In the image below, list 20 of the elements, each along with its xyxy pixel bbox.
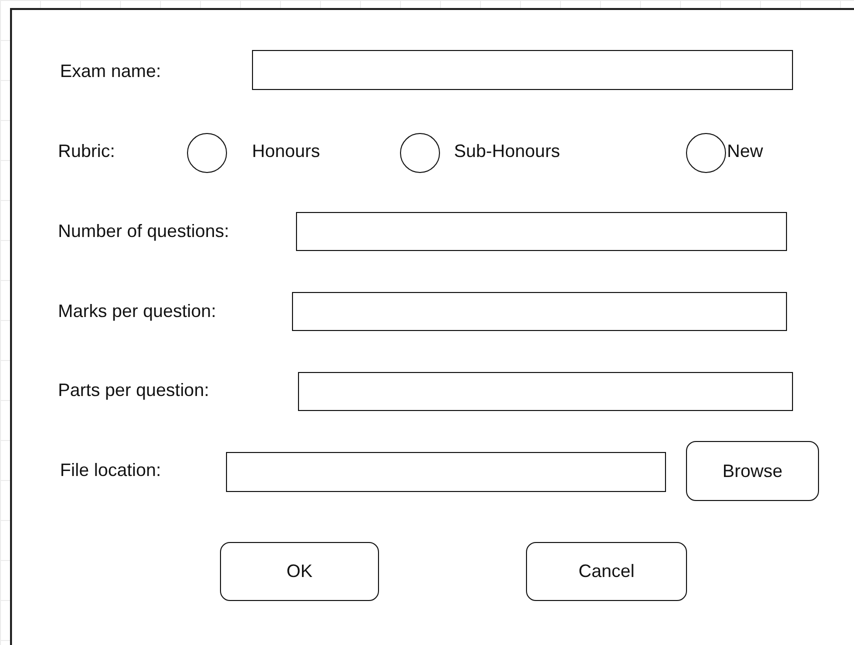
field-label: Number of questions: [58,220,230,242]
cancel-button[interactable]: Cancel [526,542,687,601]
input-field[interactable] [292,292,787,331]
field-label: File location: [60,459,162,481]
input-field[interactable] [298,372,793,411]
input-field[interactable] [296,212,787,251]
radio-button[interactable] [187,133,227,173]
ok-button[interactable]: OK [220,542,379,601]
browse-button[interactable]: Browse [686,441,819,501]
radio-label[interactable]: Honours [252,140,320,162]
field-label: Marks per question: [58,300,216,322]
radio-label[interactable]: New [727,140,764,162]
radio-label[interactable]: Sub-Honours [454,140,560,162]
radio-button[interactable] [686,133,726,173]
radio-button[interactable] [400,133,440,173]
field-label: Exam name: [60,60,162,82]
input-field[interactable] [226,452,666,492]
input-field[interactable] [252,50,793,90]
field-label: Parts per question: [58,379,210,401]
field-label: Rubric: [58,140,116,162]
